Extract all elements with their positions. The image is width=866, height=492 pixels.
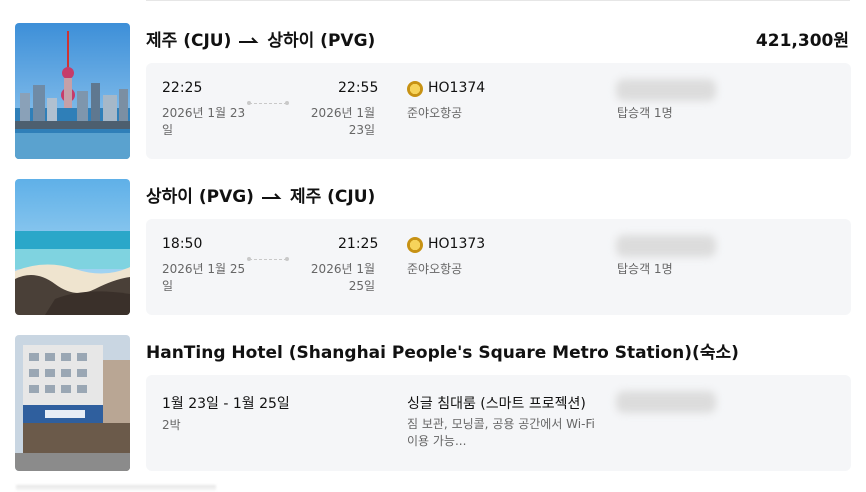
airline-logo-icon bbox=[407, 81, 423, 97]
airline-name: 준야오항공 bbox=[407, 262, 463, 276]
blurred-passenger-name bbox=[616, 79, 716, 101]
total-price: 421,300원 bbox=[755, 31, 849, 51]
flight-details: 18:50 21:25 2026년 1월 25일 2026년 1월 25일 HO… bbox=[146, 219, 851, 315]
blurred-passenger-name bbox=[616, 235, 716, 257]
room-description: 짐 보관, 모닝콜, 공용 공간에서 Wi-Fi 이용 가능... bbox=[407, 417, 595, 448]
destination-image-shanghai bbox=[15, 23, 130, 159]
airline-name: 준야오항공 bbox=[407, 106, 463, 120]
departure-date: 2026년 1월 25일 bbox=[162, 262, 246, 293]
arrival-date: 2026년 1월 23일 bbox=[310, 106, 375, 137]
cut-off-content bbox=[16, 485, 216, 492]
route-title[interactable]: 상하이 (PVG) 제주 (CJU) bbox=[146, 182, 375, 207]
arrival-time: 22:55 bbox=[338, 80, 379, 96]
hotel-card[interactable]: HanTing Hotel (Shanghai People's Square … bbox=[15, 335, 851, 471]
destination-image-jeju bbox=[15, 179, 130, 315]
passenger-count: 탑승객 1명 bbox=[617, 106, 673, 120]
airline-logo-icon bbox=[407, 237, 423, 253]
destination: 제주 (CJU) bbox=[289, 187, 376, 207]
flight-card-return[interactable]: 상하이 (PVG) 제주 (CJU) 18:50 21:25 2026년 1월 2… bbox=[15, 179, 851, 315]
hotel-details: 1월 23일 - 1월 25일 2박 싱글 침대룸 (스마트 프로젝션) 짐 보… bbox=[146, 375, 851, 471]
arrow-right-icon bbox=[261, 187, 282, 207]
arrow-right-icon bbox=[239, 31, 259, 51]
hotel-image bbox=[15, 335, 130, 471]
stay-dates: 1월 23일 - 1월 25일 bbox=[162, 396, 290, 412]
route-title[interactable]: 제주 (CJU) 상하이 (PVG) bbox=[146, 26, 375, 51]
origin: 상하이 (PVG) bbox=[146, 187, 254, 207]
departure-time: 18:50 bbox=[162, 236, 203, 252]
arrival-time: 21:25 bbox=[338, 236, 379, 252]
nights-count: 2박 bbox=[162, 418, 181, 432]
hotel-name[interactable]: HanTing Hotel (Shanghai People's Square … bbox=[146, 338, 739, 363]
flight-details: 22:25 22:55 2026년 1월 23일 2026년 1월 23일 HO… bbox=[146, 63, 851, 159]
departure-time: 22:25 bbox=[162, 80, 203, 96]
blurred-guest-info bbox=[616, 391, 716, 413]
room-type: 싱글 침대룸 (스마트 프로젝션) bbox=[407, 396, 586, 412]
flight-card-outbound[interactable]: 제주 (CJU) 상하이 (PVG) 421,300원 22:25 22:55 2… bbox=[15, 23, 851, 159]
duration-line bbox=[247, 257, 289, 261]
origin: 제주 (CJU) bbox=[146, 31, 232, 51]
destination: 상하이 (PVG) bbox=[267, 31, 376, 51]
departure-date: 2026년 1월 23일 bbox=[162, 106, 246, 137]
passenger-count: 탑승객 1명 bbox=[617, 262, 673, 276]
arrival-date: 2026년 1월 25일 bbox=[310, 262, 375, 293]
divider bbox=[146, 0, 850, 1]
flight-number: HO1373 bbox=[428, 236, 486, 252]
flight-number: HO1374 bbox=[428, 80, 486, 96]
duration-line bbox=[247, 101, 289, 105]
